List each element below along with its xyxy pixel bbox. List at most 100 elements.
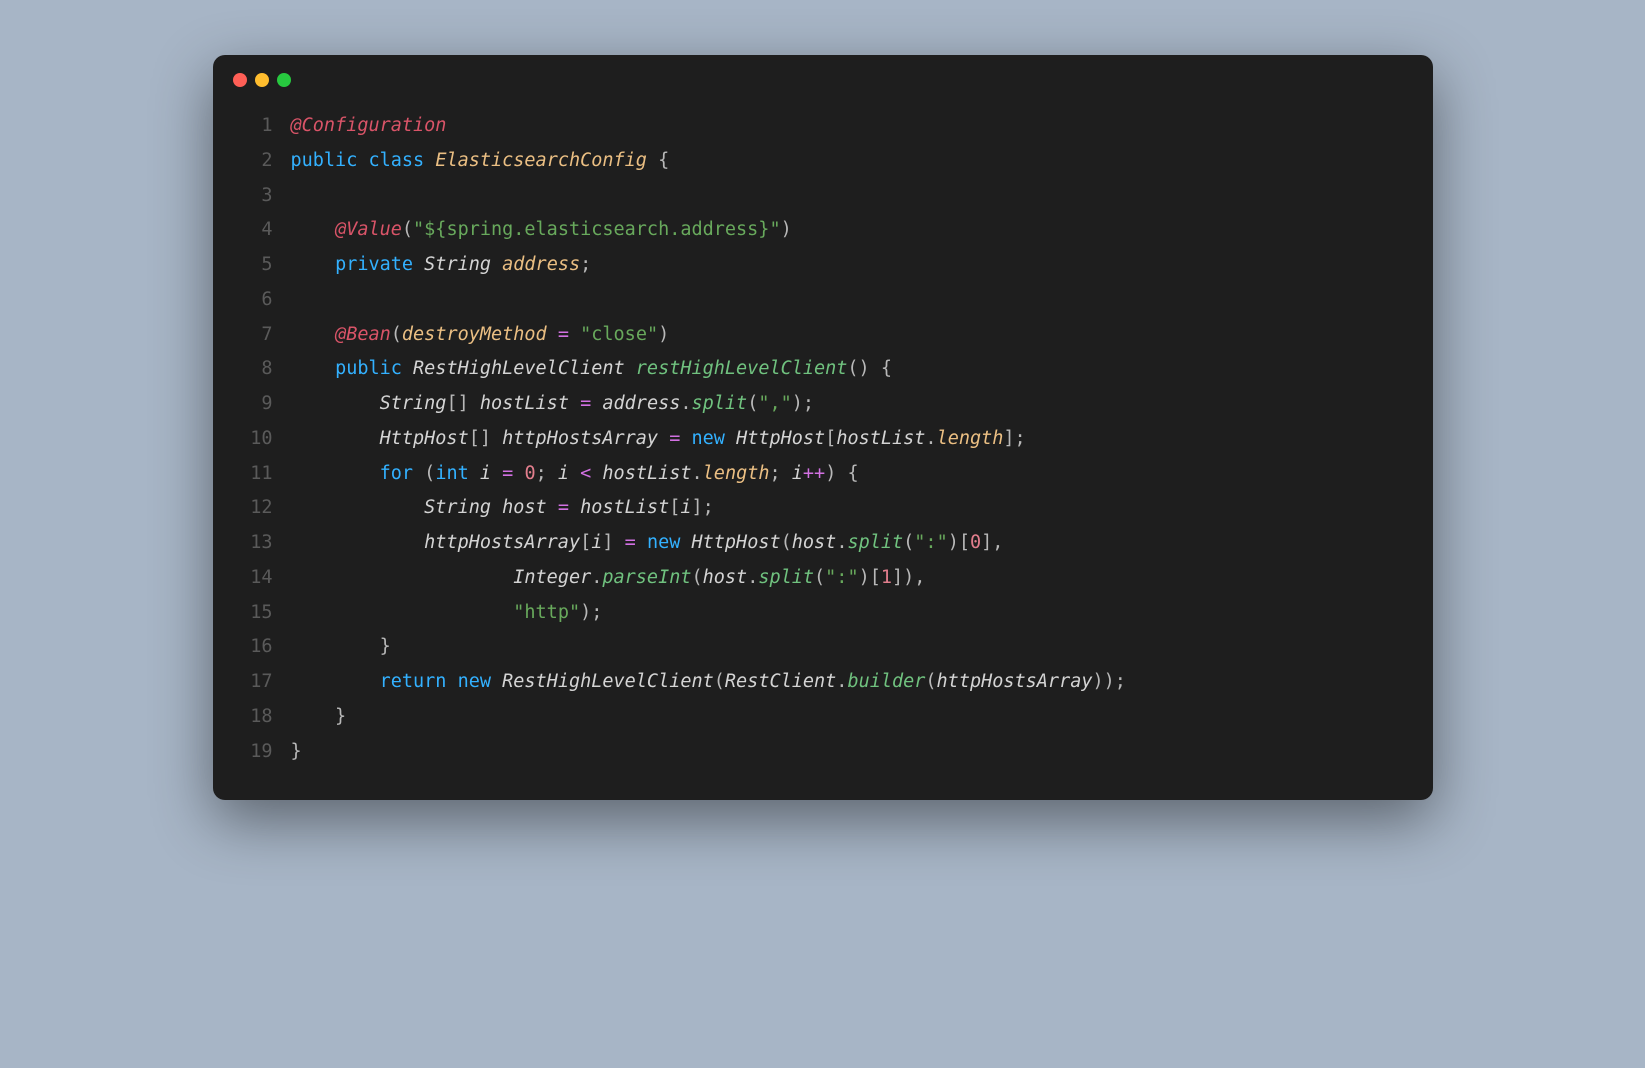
code-line: 18 } xyxy=(239,700,1407,735)
token-punct: ; xyxy=(770,463,792,484)
token-punct: { xyxy=(647,150,669,171)
token-punct xyxy=(291,497,425,518)
token-ann: @Value xyxy=(335,219,402,240)
code-line: 14 Integer.parseInt(host.split(":")[1]), xyxy=(239,561,1407,596)
code-line: 11 for (int i = 0; i < hostList.length; … xyxy=(239,457,1407,492)
token-punct xyxy=(491,497,502,518)
token-punct xyxy=(291,463,380,484)
token-op: = xyxy=(669,428,680,449)
code-line: 8 public RestHighLevelClient restHighLev… xyxy=(239,352,1407,387)
token-ident: httpHostsArray xyxy=(424,532,580,553)
token-type: HttpHost xyxy=(692,532,781,553)
token-type: Integer xyxy=(513,567,591,588)
token-method: split xyxy=(847,532,903,553)
token-punct: ; xyxy=(536,463,558,484)
line-number: 9 xyxy=(239,387,273,422)
line-number: 11 xyxy=(239,457,273,492)
token-punct: [ xyxy=(825,428,836,449)
token-kw: new xyxy=(692,428,725,449)
token-punct xyxy=(491,671,502,692)
token-punct: ( xyxy=(402,219,413,240)
token-ann: @Bean xyxy=(335,324,391,345)
line-number: 15 xyxy=(239,596,273,631)
code-content: return new RestHighLevelClient(RestClien… xyxy=(291,665,1126,700)
close-icon[interactable] xyxy=(233,73,247,87)
code-content: public class ElasticsearchConfig { xyxy=(291,144,670,179)
token-num: 0 xyxy=(524,463,535,484)
line-number: 6 xyxy=(239,283,273,318)
token-punct xyxy=(291,358,336,379)
code-content: String[] hostList = address.split(","); xyxy=(291,387,815,422)
token-punct: . xyxy=(591,567,602,588)
token-ident: hostList xyxy=(602,463,691,484)
token-op: = xyxy=(558,497,569,518)
token-op: < xyxy=(580,463,591,484)
token-kw: return xyxy=(380,671,447,692)
code-line: 19} xyxy=(239,735,1407,770)
token-punct: ); xyxy=(792,393,814,414)
code-content: String host = hostList[i]; xyxy=(291,491,714,526)
code-editor[interactable]: 1@Configuration2public class Elasticsear… xyxy=(213,87,1433,800)
line-number: 19 xyxy=(239,735,273,770)
token-punct: } xyxy=(291,636,391,657)
token-punct xyxy=(291,393,380,414)
token-op: = xyxy=(580,393,591,414)
token-punct: [ xyxy=(580,532,591,553)
token-punct xyxy=(402,358,413,379)
token-punct xyxy=(491,254,502,275)
token-kw: public xyxy=(335,358,402,379)
token-punct xyxy=(424,150,435,171)
code-content: HttpHost[] httpHostsArray = new HttpHost… xyxy=(291,422,1026,457)
line-number: 1 xyxy=(239,109,273,144)
token-punct xyxy=(625,358,636,379)
code-content: @Value("${spring.elasticsearch.address}"… xyxy=(291,213,792,248)
minimize-icon[interactable] xyxy=(255,73,269,87)
token-string: "${spring.elasticsearch.address}" xyxy=(413,219,781,240)
token-kw: private xyxy=(335,254,413,275)
code-line: 16 } xyxy=(239,630,1407,665)
token-classn: ElasticsearchConfig xyxy=(435,150,647,171)
token-num: 0 xyxy=(970,532,981,553)
token-type: String xyxy=(424,254,491,275)
token-punct xyxy=(291,567,514,588)
token-punct xyxy=(291,219,336,240)
token-punct: ( xyxy=(903,532,914,553)
token-punct: )[ xyxy=(859,567,881,588)
code-content: } xyxy=(291,735,302,770)
code-content: private String address; xyxy=(291,248,592,283)
token-type: RestHighLevelClient xyxy=(502,671,714,692)
token-punct: ]; xyxy=(692,497,714,518)
token-type: HttpHost xyxy=(380,428,469,449)
zoom-icon[interactable] xyxy=(277,73,291,87)
token-punct xyxy=(569,324,580,345)
token-ident: address xyxy=(602,393,680,414)
line-number: 4 xyxy=(239,213,273,248)
token-punct xyxy=(569,497,580,518)
code-line: 13 httpHostsArray[i] = new HttpHost(host… xyxy=(239,526,1407,561)
code-window: 1@Configuration2public class Elasticsear… xyxy=(213,55,1433,800)
token-op: = xyxy=(625,532,636,553)
token-punct xyxy=(591,393,602,414)
token-punct: )[ xyxy=(948,532,970,553)
token-punct: ( xyxy=(714,671,725,692)
token-punct: [ xyxy=(669,497,680,518)
code-content: } xyxy=(291,630,391,665)
token-punct xyxy=(547,324,558,345)
token-punct: ], xyxy=(981,532,1003,553)
token-punct: . xyxy=(680,393,691,414)
token-kw: class xyxy=(368,150,424,171)
token-punct: [] xyxy=(446,393,479,414)
token-ident: httpHostsArray xyxy=(937,671,1093,692)
token-punct: . xyxy=(747,567,758,588)
token-punct xyxy=(680,428,691,449)
token-kw: for xyxy=(380,463,413,484)
token-ident: host xyxy=(792,532,837,553)
token-punct xyxy=(446,671,457,692)
token-punct xyxy=(658,428,669,449)
token-kw: new xyxy=(458,671,491,692)
token-ident: hostList xyxy=(580,497,669,518)
token-punct: ( xyxy=(747,393,758,414)
code-content: httpHostsArray[i] = new HttpHost(host.sp… xyxy=(291,526,1004,561)
code-line: 5 private String address; xyxy=(239,248,1407,283)
line-number: 16 xyxy=(239,630,273,665)
